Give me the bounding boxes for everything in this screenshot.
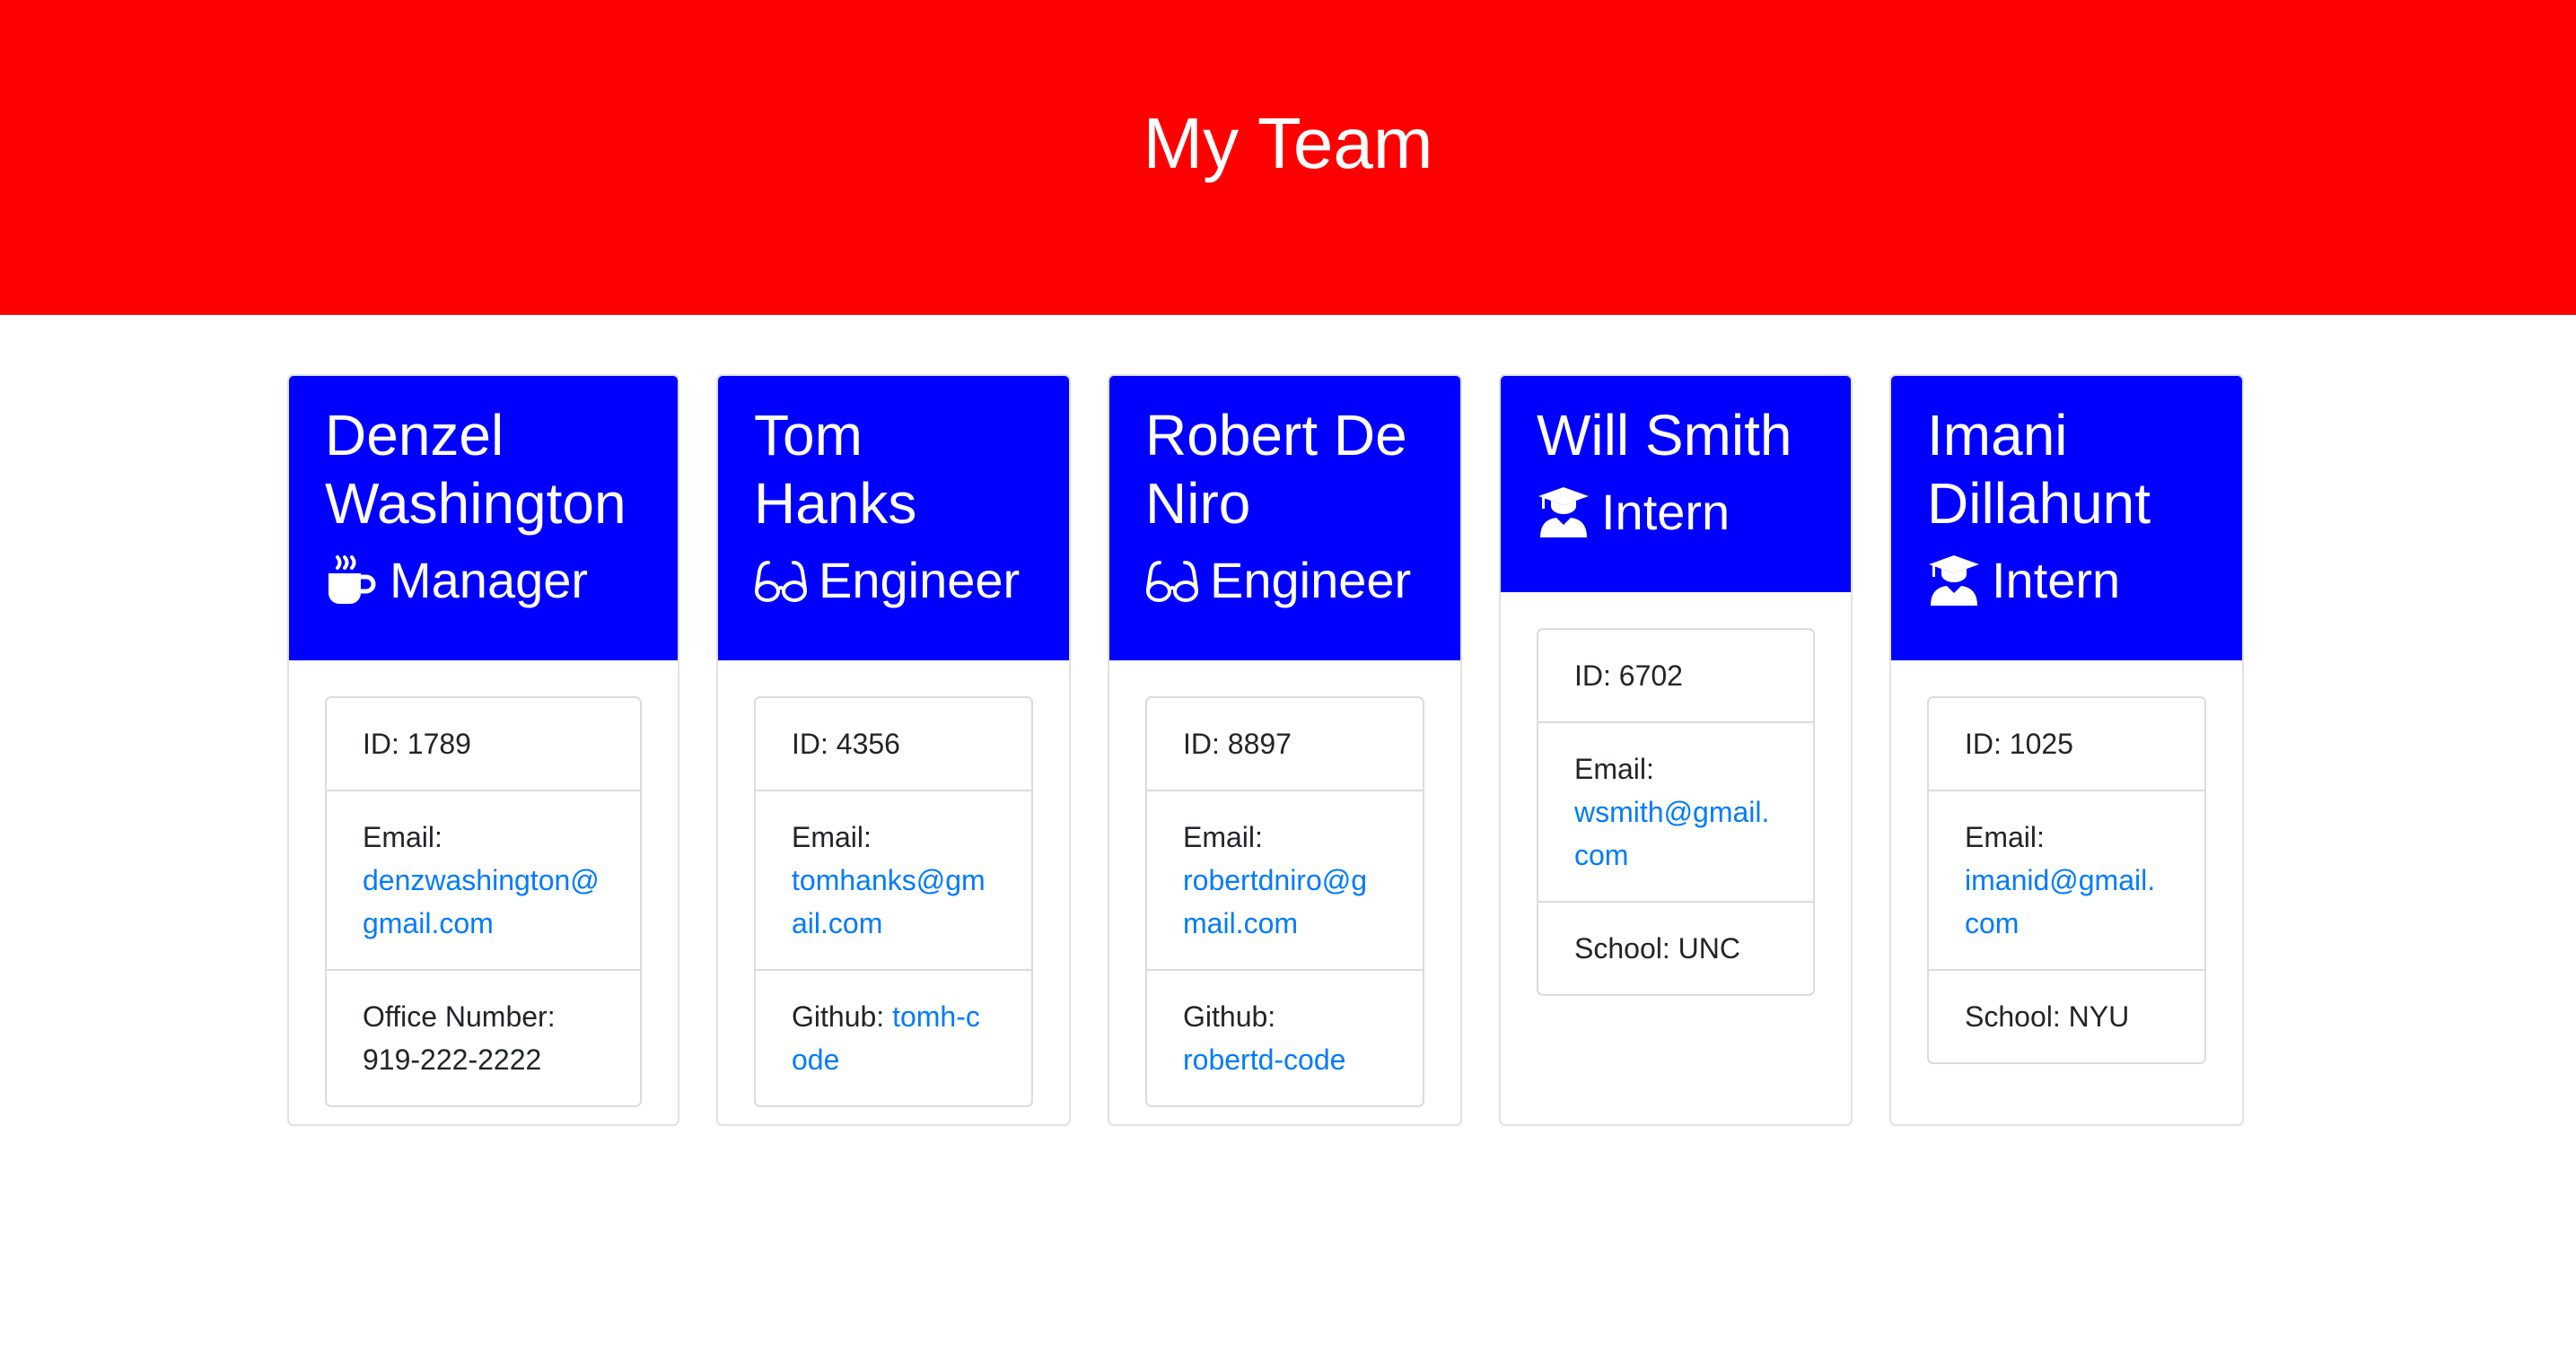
role-label: Intern: [1601, 484, 1730, 540]
employee-details: ID: 1025 Email: imanid@gmail.com School:…: [1927, 696, 2206, 1064]
github-row: Github: tomh-code: [756, 969, 1031, 1105]
email-label: Email:: [1965, 821, 2045, 853]
email-label: Email:: [363, 821, 442, 853]
github-link[interactable]: robertd-code: [1183, 1043, 1345, 1076]
employee-email-row: Email: robertdniro@gmail.com: [1147, 790, 1423, 969]
employee-name: Denzel Washington: [325, 403, 626, 536]
page-title: My Team: [1143, 103, 1433, 183]
employee-card: Imani Dillahunt Intern ID: 1025 Email: i…: [1889, 374, 2244, 1126]
glasses-icon: [754, 554, 808, 607]
employee-card: Robert De Niro Engineer ID: 8897 Email: …: [1108, 374, 1462, 1126]
email-link[interactable]: denzwashington@gmail.com: [363, 864, 600, 939]
employee-role: Manager: [325, 546, 642, 615]
office-number-value: 919-222-2222: [363, 1043, 542, 1076]
github-label: Github:: [792, 1000, 885, 1033]
role-label: Intern: [1992, 552, 2121, 608]
office-number-row: Office Number: 919-222-2222: [327, 969, 640, 1105]
role-label: Engineer: [819, 552, 1021, 608]
employee-details: ID: 6702 Email: wsmith@gmail.com School:…: [1537, 628, 1815, 996]
employee-id: ID: 4356: [792, 728, 900, 760]
employee-role: Engineer: [1145, 546, 1424, 615]
glasses-icon: [1145, 554, 1199, 607]
employee-email-row: Email: tomhanks@gmail.com: [756, 790, 1031, 969]
mug-hot-icon: [325, 554, 379, 607]
github-label: Github:: [1183, 1000, 1276, 1033]
employee-name: Tom Hanks: [754, 403, 917, 536]
office-number-label: Office Number:: [363, 1000, 556, 1033]
employee-email-row: Email: imanid@gmail.com: [1929, 790, 2204, 969]
school-row: School: NYU: [1929, 969, 2204, 1062]
card-header: Robert De Niro Engineer: [1109, 376, 1460, 660]
employee-role: Intern: [1927, 546, 2206, 615]
role-label: Engineer: [1210, 552, 1412, 608]
employee-id: ID: 1025: [1965, 728, 2073, 760]
employee-details: ID: 1789 Email: denzwashington@gmail.com…: [325, 696, 642, 1107]
employee-card: Will Smith Intern ID: 6702 Email: wsmith…: [1499, 374, 1853, 1126]
employee-id: ID: 6702: [1574, 659, 1683, 692]
employee-email-row: Email: wsmith@gmail.com: [1538, 721, 1813, 901]
school-row: School: UNC: [1538, 901, 1813, 994]
card-header: Will Smith Intern: [1501, 376, 1851, 592]
email-link[interactable]: wsmith@gmail.com: [1574, 796, 1769, 871]
employee-email-row: Email: denzwashington@gmail.com: [327, 790, 640, 969]
card-header: Tom Hanks Engineer: [718, 376, 1069, 660]
email-link[interactable]: tomhanks@gmail.com: [792, 864, 986, 939]
employee-details: ID: 4356 Email: tomhanks@gmail.com Githu…: [754, 696, 1033, 1107]
card-header: Denzel Washington Manager: [289, 376, 678, 660]
github-row: Github: robertd-code: [1147, 969, 1423, 1105]
employee-details: ID: 8897 Email: robertdniro@gmail.com Gi…: [1145, 696, 1424, 1107]
employee-name: Robert De Niro: [1145, 403, 1407, 536]
employee-name: Will Smith: [1537, 403, 1792, 467]
email-label: Email:: [1574, 753, 1654, 785]
header-banner: My Team: [0, 0, 2576, 315]
employee-role: Intern: [1537, 478, 1815, 546]
employee-name: Imani Dillahunt: [1927, 403, 2151, 536]
graduate-icon: [1927, 554, 1981, 607]
email-label: Email:: [1183, 821, 1263, 853]
email-link[interactable]: imanid@gmail.com: [1965, 864, 2155, 939]
employee-id: ID: 1789: [363, 728, 471, 760]
employee-card: Denzel Washington Manager ID: 1789 Email…: [287, 374, 679, 1126]
email-link[interactable]: robertdniro@gmail.com: [1183, 864, 1367, 939]
role-label: Manager: [390, 552, 589, 608]
employee-role: Engineer: [754, 546, 1033, 615]
employee-id: ID: 8897: [1183, 728, 1292, 760]
graduate-icon: [1537, 485, 1590, 539]
card-header: Imani Dillahunt Intern: [1891, 376, 2242, 660]
email-label: Email:: [792, 821, 872, 853]
employee-card: Tom Hanks Engineer ID: 4356 Email: tomha…: [716, 374, 1071, 1126]
